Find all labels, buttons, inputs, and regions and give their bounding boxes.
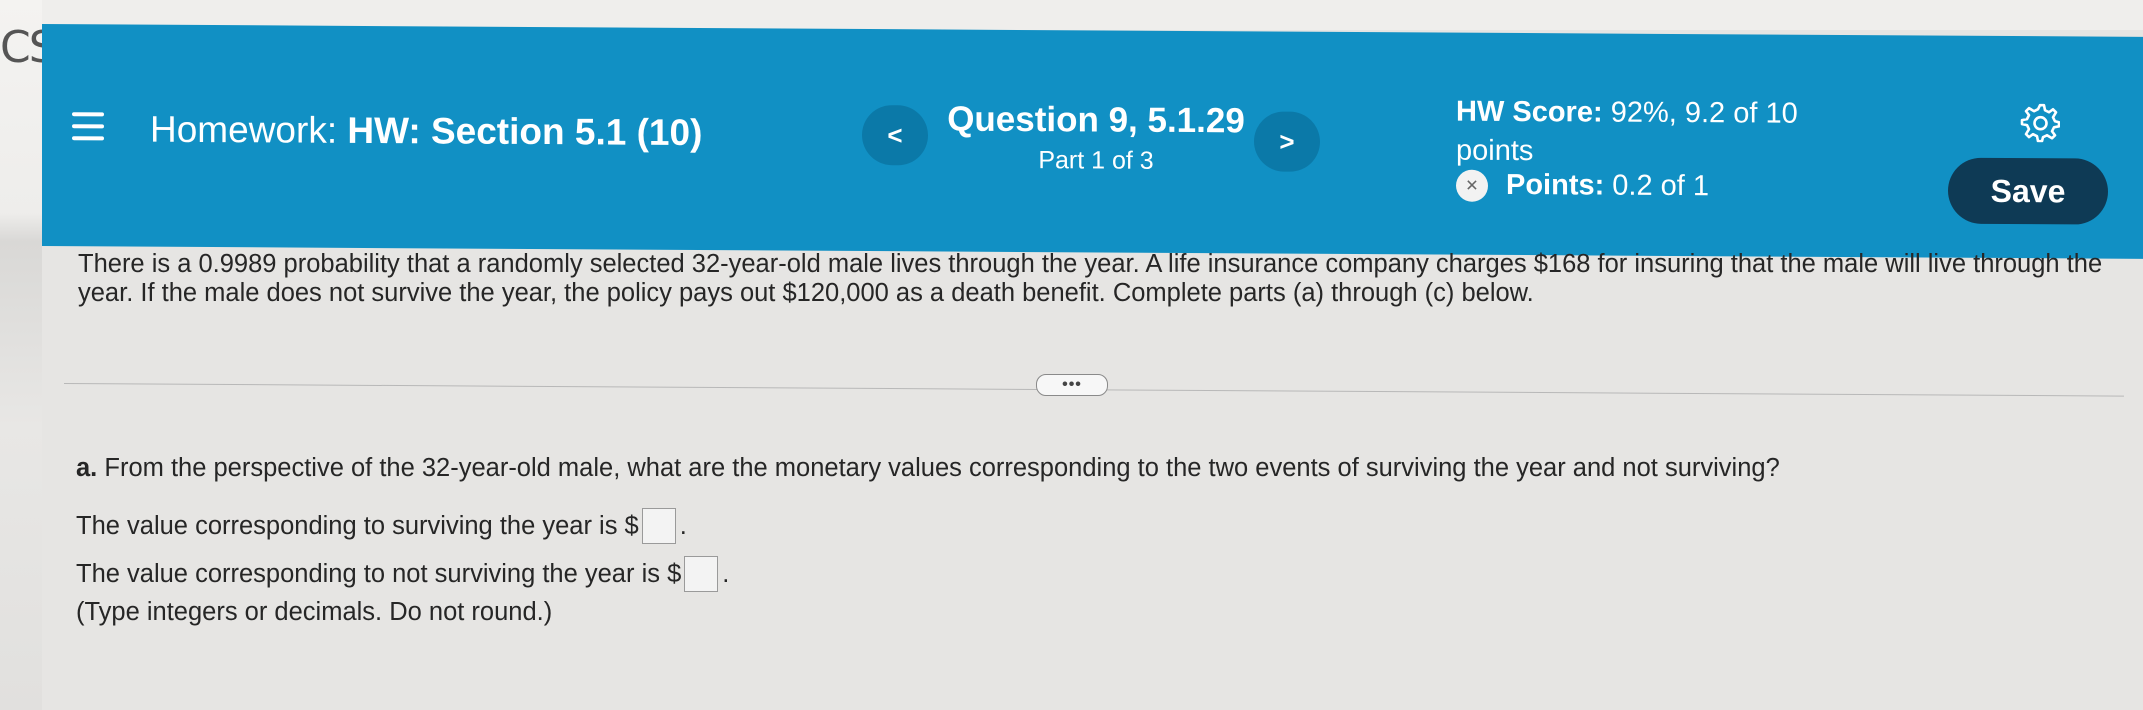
answer-hint: (Type integers or decimals. Do not round…	[76, 598, 553, 626]
not-surviving-value-input[interactable]	[684, 556, 719, 592]
menu-icon[interactable]	[72, 112, 104, 141]
points-row: ✕ Points: 0.2 of 1	[1456, 169, 1709, 204]
answer-line-surviving: The value corresponding to surviving the…	[76, 508, 687, 544]
question-part: Part 1 of 3	[1038, 146, 1154, 175]
save-button[interactable]: Save	[1948, 157, 2108, 225]
homework-title: Homework: HW: Section 5.1 (10)	[150, 109, 702, 154]
answer-line-not-surviving: The value corresponding to not surviving…	[76, 556, 729, 592]
surviving-prompt: The value corresponding to surviving the…	[76, 511, 639, 540]
not-surviving-suffix: .	[722, 559, 730, 588]
expand-button[interactable]: •••	[1036, 374, 1108, 396]
gear-icon[interactable]	[2020, 102, 2060, 143]
not-surviving-prompt: The value corresponding to not surviving…	[76, 559, 682, 588]
next-question-button[interactable]: >	[1254, 111, 1320, 172]
chevron-right-icon: >	[1279, 126, 1295, 157]
points-value: 0.2 of 1	[1612, 169, 1710, 203]
previous-question-button[interactable]: <	[862, 105, 928, 166]
homework-prefix: Homework:	[150, 108, 338, 151]
partial-credit-icon: ✕	[1456, 169, 1488, 202]
problem-statement: There is a 0.9989 probability that a ran…	[78, 250, 2103, 307]
surviving-suffix: .	[679, 511, 687, 540]
surviving-value-input[interactable]	[641, 508, 676, 544]
hw-score: HW Score: 92%, 9.2 of 10 points	[1456, 93, 1886, 174]
part-a-letter: a.	[76, 454, 98, 482]
hw-score-label: HW Score:	[1456, 95, 1603, 129]
points-label: Points:	[1506, 168, 1605, 202]
hw-score-unit: points	[1456, 134, 1534, 168]
part-a-question: a. From the perspective of the 32-year-o…	[76, 454, 1780, 483]
chevron-left-icon: <	[887, 119, 903, 150]
hw-score-value: 92%, 9.2 of 10	[1610, 96, 1798, 130]
part-a-text: From the perspective of the 32-year-old …	[104, 454, 1780, 482]
question-title: Question 9, 5.1.29	[947, 99, 1245, 141]
homework-name: HW: Section 5.1 (10)	[347, 109, 703, 154]
header-bar: Homework: HW: Section 5.1 (10) < Questio…	[42, 24, 2143, 259]
left-margin-strip: CS	[0, 0, 57, 710]
